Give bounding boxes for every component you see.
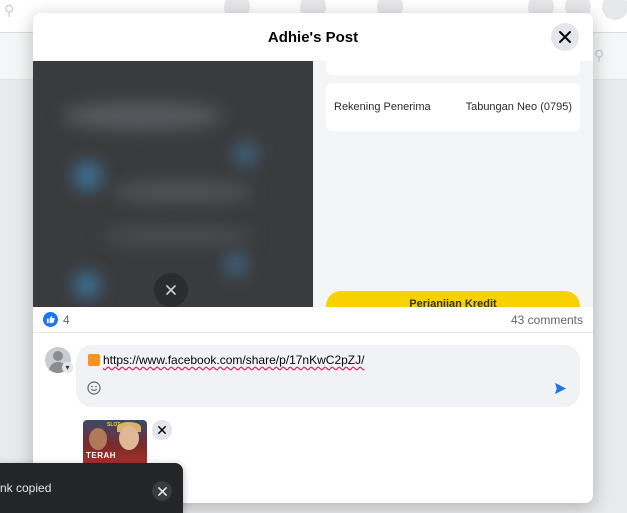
close-icon bbox=[166, 285, 176, 295]
blurred-content bbox=[103, 226, 253, 246]
orange-square-emoji bbox=[88, 354, 100, 366]
blurred-content bbox=[113, 181, 253, 203]
blurred-content bbox=[73, 161, 103, 191]
search-icon[interactable]: ⚲ bbox=[4, 2, 14, 19]
send-icon bbox=[554, 382, 566, 394]
post-side-panel: Rekening Penerima Tabungan Neo (0795) Pe… bbox=[313, 61, 593, 307]
blurred-content bbox=[223, 251, 249, 277]
close-icon bbox=[157, 486, 167, 496]
close-button[interactable] bbox=[551, 23, 579, 51]
like-count: 4 bbox=[63, 312, 70, 327]
reactions-bar: 4 43 comments bbox=[33, 307, 593, 333]
loan-agreement-button[interactable]: Perjanjian Kredit bbox=[326, 291, 580, 307]
toast-message: nk copied bbox=[0, 481, 52, 495]
post-image[interactable] bbox=[33, 61, 313, 307]
close-icon bbox=[559, 31, 571, 43]
blurred-content bbox=[233, 141, 259, 167]
blurred-content bbox=[73, 271, 101, 299]
chevron-down-icon[interactable]: ▾ bbox=[62, 362, 73, 373]
attachment-logo: SLOT bbox=[107, 422, 121, 428]
toast-close-button[interactable] bbox=[152, 481, 172, 501]
post-modal: Adhie's Post Rekening Penerima Tabungan … bbox=[33, 13, 593, 503]
like-icon bbox=[43, 312, 58, 327]
close-icon bbox=[158, 426, 166, 434]
remove-image-button[interactable] bbox=[154, 273, 188, 307]
link-copied-toast: nk copied bbox=[0, 463, 183, 513]
attachment-thumbnail[interactable]: SLOT TERAH bbox=[83, 420, 147, 466]
notifications-icon[interactable] bbox=[602, 0, 627, 20]
emoji-button[interactable] bbox=[86, 380, 102, 396]
attachment-label: TERAH bbox=[86, 451, 117, 460]
info-value: Tabungan Neo (0795) bbox=[465, 101, 572, 113]
blurred-content bbox=[63, 101, 223, 131]
remove-attachment-button[interactable] bbox=[152, 420, 172, 440]
modal-header: Adhie's Post bbox=[33, 13, 593, 62]
comment-input[interactable]: https://www.facebook.com/share/p/17nKwC2… bbox=[76, 345, 580, 407]
info-label: Rekening Penerima bbox=[334, 101, 431, 113]
comment-text: https://www.facebook.com/share/p/17nKwC2… bbox=[103, 353, 365, 367]
like-summary[interactable]: 4 bbox=[43, 312, 70, 327]
comments-count[interactable]: 43 comments bbox=[511, 313, 583, 327]
info-card: Rekening Penerima Tabungan Neo (0795) bbox=[326, 83, 580, 131]
smiley-icon bbox=[87, 381, 101, 395]
search-icon[interactable]: ⚲ bbox=[594, 47, 604, 64]
info-card-partial bbox=[326, 61, 580, 75]
modal-title: Adhie's Post bbox=[267, 28, 359, 46]
send-button[interactable] bbox=[552, 380, 568, 396]
